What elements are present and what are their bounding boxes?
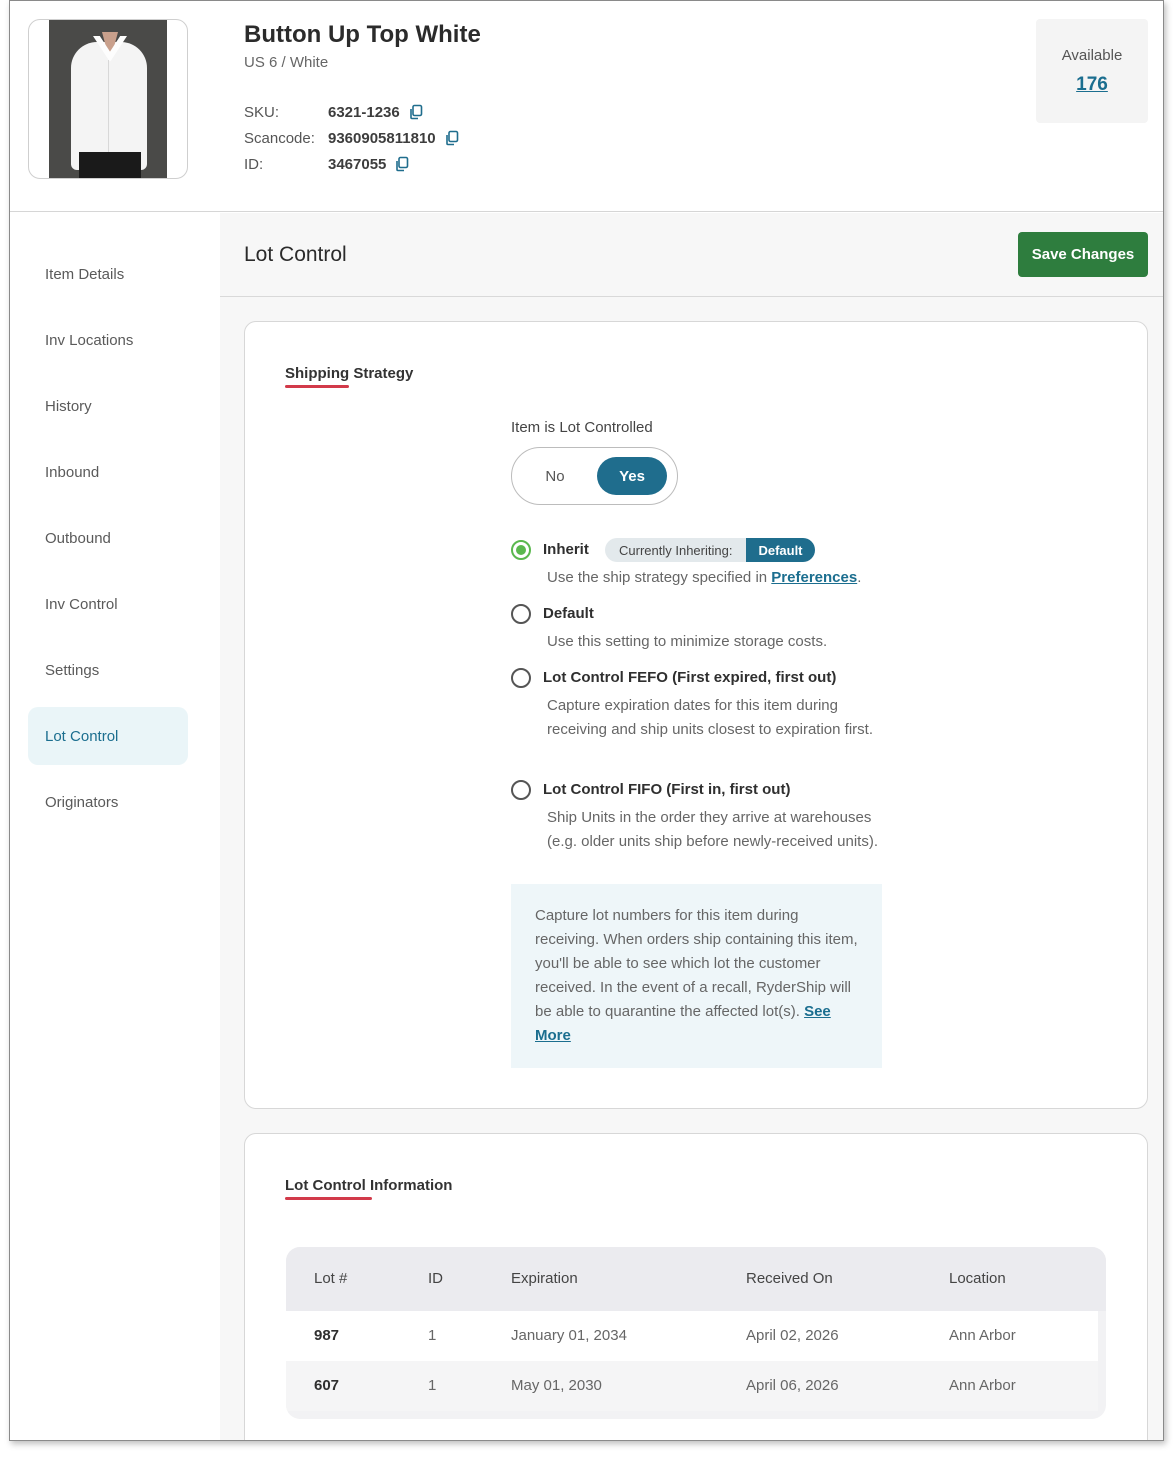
scancode-label: Scancode: bbox=[244, 129, 315, 147]
section-underline bbox=[285, 385, 349, 388]
column-header-id[interactable]: ID bbox=[428, 1270, 443, 1287]
location-cell: Ann Arbor bbox=[949, 1377, 1016, 1394]
option-title: Inherit bbox=[543, 541, 589, 558]
location-cell: Ann Arbor bbox=[949, 1327, 1016, 1344]
expiration-cell: May 01, 2030 bbox=[511, 1377, 602, 1394]
sidebar-item-inbound[interactable]: Inbound bbox=[28, 443, 188, 501]
received-on-cell: April 06, 2026 bbox=[746, 1377, 839, 1394]
sku-row: SKU: 6321-1236 bbox=[244, 99, 460, 125]
product-image bbox=[28, 19, 188, 179]
sidebar-item-inv-control[interactable]: Inv Control bbox=[28, 575, 188, 633]
lot-control-info-box: Capture lot numbers for this item during… bbox=[511, 884, 882, 1068]
main-header: Lot Control Save Changes bbox=[220, 213, 1163, 297]
product-meta: SKU: 6321-1236 Scancode: 9360905811810 I… bbox=[244, 99, 460, 177]
default-radio[interactable] bbox=[511, 604, 531, 624]
id-value: 3467055 bbox=[328, 155, 387, 173]
available-count-link[interactable]: 176 bbox=[1036, 74, 1148, 96]
page-title: Lot Control bbox=[244, 243, 347, 266]
sidebar-item-originators[interactable]: Originators bbox=[28, 773, 188, 831]
available-label: Available bbox=[1061, 47, 1123, 64]
section-underline bbox=[285, 1197, 372, 1200]
fefo-radio[interactable] bbox=[511, 668, 531, 688]
expiration-cell: January 01, 2034 bbox=[511, 1327, 627, 1344]
sidebar-item-outbound[interactable]: Outbound bbox=[28, 509, 188, 567]
main-content: Lot Control Save Changes Shipping Strate… bbox=[220, 213, 1163, 1440]
save-changes-button[interactable]: Save Changes bbox=[1018, 232, 1148, 277]
lot-table: Lot # ID Expiration Received On Location… bbox=[286, 1247, 1106, 1419]
option-title: Lot Control FEFO (First expired, first o… bbox=[543, 669, 837, 686]
id-row: ID: 3467055 bbox=[244, 151, 460, 177]
id-label: ID: bbox=[244, 155, 264, 173]
copy-id-icon[interactable] bbox=[394, 156, 410, 172]
copy-scancode-icon[interactable] bbox=[444, 130, 460, 146]
sidebar-item-lot-control[interactable]: Lot Control bbox=[28, 707, 188, 765]
preferences-link[interactable]: Preferences bbox=[771, 569, 857, 586]
option-description: Ship Units in the order they arrive at w… bbox=[547, 809, 878, 850]
table-row[interactable]: 607 1 May 01, 2030 April 06, 2026 Ann Ar… bbox=[286, 1361, 1098, 1411]
sku-label: SKU: bbox=[244, 103, 280, 121]
sidebar-nav: Item Details Inv Locations History Inbou… bbox=[10, 213, 220, 1440]
inherit-radio[interactable] bbox=[511, 540, 531, 560]
inheriting-badge-label: Currently Inheriting: bbox=[605, 538, 747, 562]
sidebar-item-inv-locations[interactable]: Inv Locations bbox=[28, 311, 188, 369]
section-title-shipping-strategy: Shipping Strategy bbox=[285, 365, 414, 382]
fifo-radio[interactable] bbox=[511, 780, 531, 800]
table-row[interactable]: 987 1 January 01, 2034 April 02, 2026 An… bbox=[286, 1311, 1098, 1361]
lot-number-cell: 987 bbox=[314, 1327, 340, 1344]
option-title: Lot Control FIFO (First in, first out) bbox=[543, 781, 791, 798]
toggle-no-option[interactable]: No bbox=[530, 457, 580, 495]
app-frame: Button Up Top White US 6 / White SKU: 63… bbox=[9, 0, 1164, 1441]
scancode-value: 9360905811810 bbox=[328, 129, 436, 147]
toggle-yes-option[interactable]: Yes bbox=[597, 457, 667, 495]
inheriting-badge: Currently Inheriting: Default bbox=[605, 538, 815, 562]
sidebar-item-item-details[interactable]: Item Details bbox=[28, 245, 188, 303]
option-description: Capture expiration dates for this item d… bbox=[547, 697, 873, 738]
received-on-cell: April 02, 2026 bbox=[746, 1327, 839, 1344]
sku-value: 6321-1236 bbox=[328, 103, 400, 121]
sidebar-item-settings[interactable]: Settings bbox=[28, 641, 188, 699]
id-cell: 1 bbox=[428, 1327, 437, 1344]
product-header: Button Up Top White US 6 / White SKU: 63… bbox=[10, 1, 1163, 212]
lot-number-cell: 607 bbox=[314, 1377, 340, 1394]
lot-controlled-label: Item is Lot Controlled bbox=[511, 419, 653, 436]
shipping-strategy-card: Shipping Strategy Item is Lot Controlled… bbox=[244, 321, 1148, 1109]
section-title-lot-control-information: Lot Control Information bbox=[285, 1177, 453, 1194]
option-description: Use the ship strategy specified in Prefe… bbox=[547, 569, 862, 586]
lot-control-information-card: Lot Control Information Lot # ID Expirat… bbox=[244, 1133, 1148, 1440]
option-description: Use this setting to minimize storage cos… bbox=[547, 633, 828, 650]
option-title: Default bbox=[543, 605, 594, 622]
available-box: Available 176 bbox=[1036, 19, 1148, 123]
product-title: Button Up Top White bbox=[244, 21, 481, 48]
sidebar-item-history[interactable]: History bbox=[28, 377, 188, 435]
column-header-expiration[interactable]: Expiration bbox=[511, 1270, 578, 1287]
column-header-received-on[interactable]: Received On bbox=[746, 1270, 833, 1287]
column-header-location[interactable]: Location bbox=[949, 1270, 1006, 1287]
copy-sku-icon[interactable] bbox=[408, 104, 424, 120]
product-variant: US 6 / White bbox=[244, 54, 329, 71]
table-header: Lot # ID Expiration Received On Location bbox=[286, 1247, 1106, 1311]
id-cell: 1 bbox=[428, 1377, 437, 1394]
inheriting-badge-value: Default bbox=[746, 538, 815, 562]
column-header-lot[interactable]: Lot # bbox=[314, 1270, 347, 1287]
lot-controlled-toggle: No Yes bbox=[511, 447, 678, 505]
scancode-row: Scancode: 9360905811810 bbox=[244, 125, 460, 151]
